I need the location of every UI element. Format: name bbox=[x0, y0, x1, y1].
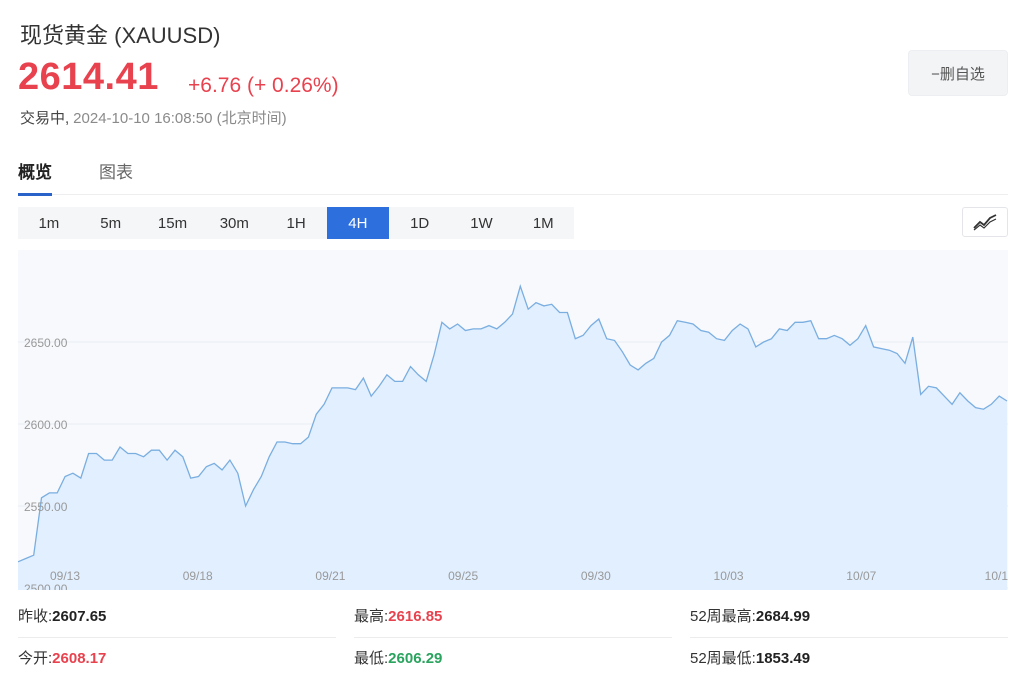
timeframe-1m[interactable]: 1m bbox=[18, 207, 80, 239]
stat-open: 今开:2608.17 bbox=[18, 650, 107, 667]
y-tick-label: 2600.00 bbox=[24, 418, 68, 432]
x-tick-label: 09/18 bbox=[183, 569, 213, 583]
current-price: 2614.41 bbox=[18, 56, 159, 98]
timeframe-30m[interactable]: 30m bbox=[203, 207, 265, 239]
open-value: 2608.17 bbox=[52, 650, 107, 667]
timeframe-15m[interactable]: 15m bbox=[142, 207, 204, 239]
x-tick-label: 09/13 bbox=[50, 569, 80, 583]
stat-52w-low: 52周最低:1853.49 bbox=[690, 650, 811, 667]
stat-low: 最低:2606.29 bbox=[354, 650, 443, 667]
low-value: 2606.29 bbox=[388, 650, 443, 667]
price-chart[interactable]: 2500.00 2550.00 2600.00 2650.00 09/13 09/18 09… bbox=[18, 250, 1008, 590]
line-chart-icon bbox=[973, 214, 997, 231]
prev-close-value: 2607.65 bbox=[52, 608, 107, 625]
timeframe-4h[interactable]: 4H bbox=[326, 207, 389, 239]
x-tick-label: 09/21 bbox=[315, 569, 345, 583]
x-tick-label: 10/03 bbox=[714, 569, 744, 583]
x-tick-label: 10/1 bbox=[985, 569, 1008, 583]
x-tick-label: 09/30 bbox=[581, 569, 611, 583]
52w-high-value: 2684.99 bbox=[755, 608, 811, 625]
tab-chart[interactable]: 图表 bbox=[99, 158, 133, 193]
trading-status: 交易中, 2024-10-10 16:08:50 (北京时间) bbox=[20, 107, 287, 128]
stat-52w-high: 52周最高:2684.99 bbox=[690, 596, 1008, 638]
remove-watchlist-button[interactable]: −删自选 bbox=[908, 50, 1008, 96]
timeframe-1mo[interactable]: 1M bbox=[512, 207, 574, 239]
status-text: 交易中, bbox=[20, 110, 70, 127]
x-tick-label: 09/25 bbox=[448, 569, 478, 583]
timestamp: 2024-10-10 16:08:50 (北京时间) bbox=[73, 110, 287, 127]
stat-prev-close: 昨收:2607.65 bbox=[18, 596, 336, 638]
high-value: 2616.85 bbox=[388, 608, 443, 625]
timeframe-1h[interactable]: 1H bbox=[265, 207, 327, 239]
timeframe-selector: 1m 5m 15m 30m 1H 4H 1D 1W 1M bbox=[18, 207, 575, 239]
y-tick-label: 2500.00 bbox=[24, 582, 68, 590]
timeframe-5m[interactable]: 5m bbox=[80, 207, 142, 239]
52w-low-value: 1853.49 bbox=[755, 650, 811, 667]
instrument-title: 现货黄金 (XAUUSD) bbox=[20, 23, 221, 48]
y-tick-label: 2550.00 bbox=[24, 500, 68, 514]
y-tick-label: 2650.00 bbox=[24, 336, 68, 350]
tab-bar: 概览 图表 bbox=[18, 156, 1008, 196]
stat-high: 最高:2616.85 bbox=[354, 596, 672, 638]
x-tick-label: 10/07 bbox=[846, 569, 876, 583]
price-change: +6.76 (+ 0.26%) bbox=[188, 74, 339, 97]
tab-overview[interactable]: 概览 bbox=[18, 158, 52, 196]
timeframe-1w[interactable]: 1W bbox=[451, 207, 513, 239]
chart-type-toggle[interactable] bbox=[962, 207, 1008, 237]
timeframe-1d[interactable]: 1D bbox=[389, 207, 451, 239]
